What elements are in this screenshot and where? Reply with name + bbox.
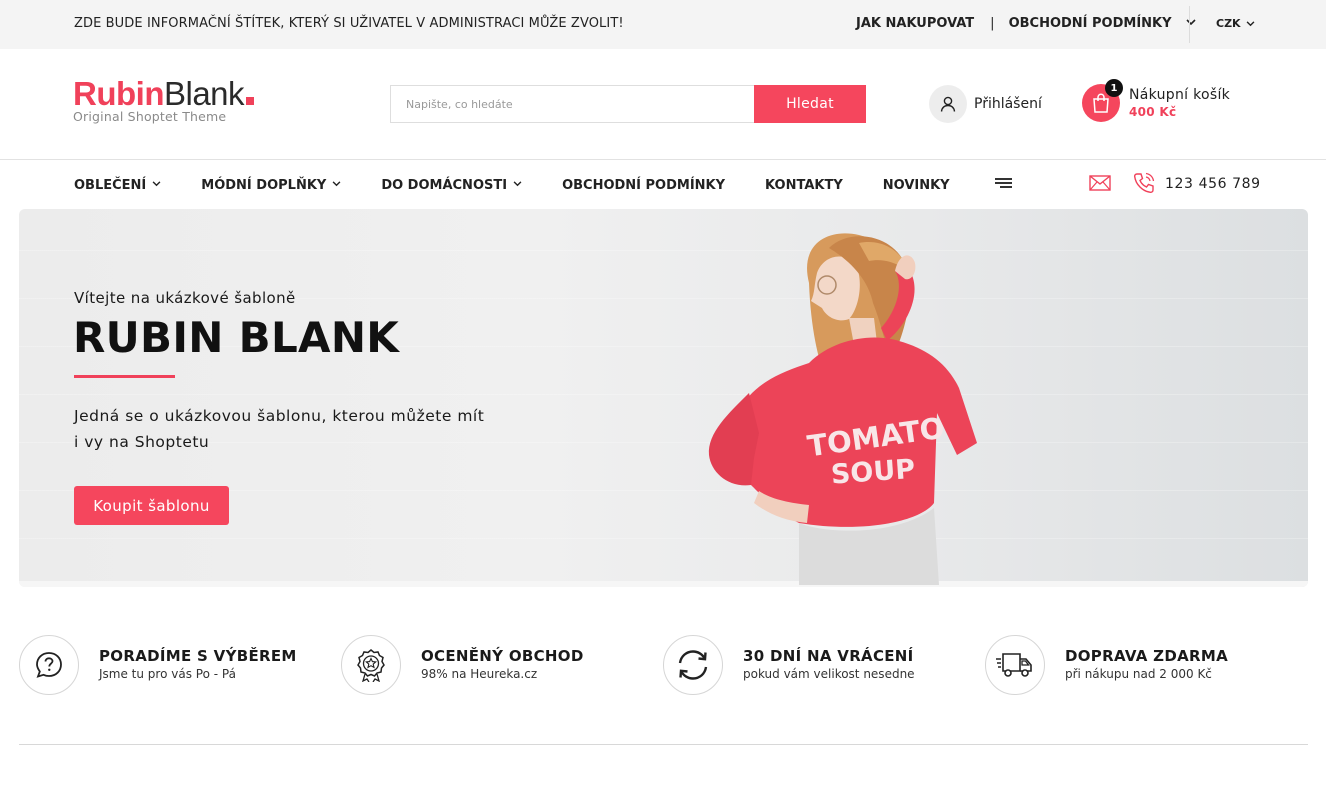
feature-title: 30 DNÍ NA VRÁCENÍ	[743, 647, 914, 665]
hero-description: Jedná se o ukázkovou šablonu, kterou můž…	[74, 407, 485, 451]
nav-item-obleceni[interactable]: OBLEČENÍ	[74, 178, 161, 193]
feature-subtitle: 98% na Heureka.cz	[421, 667, 538, 681]
nav-item-label: OBCHODNÍ PODMÍNKY	[562, 177, 726, 193]
nav-item-modni-doplnky[interactable]: MÓDNÍ DOPLŇKY	[201, 178, 341, 193]
currency-label: CZK	[1216, 17, 1241, 30]
hero-welcome: Vítejte na ukázkové šabloně	[74, 289, 296, 307]
nav-item-label: KONTAKTY	[765, 177, 843, 193]
hero-model-image: TOMATO SOUP	[708, 233, 977, 585]
feature-subtitle: pokud vám velikost nesedne	[743, 667, 915, 681]
feature-title: OCENĚNÝ OBCHOD	[421, 647, 584, 665]
header-divider	[0, 159, 1326, 160]
topbar-divider	[1189, 6, 1190, 43]
hero-banner: Vítejte na ukázkové šabloně RUBIN BLANK …	[19, 209, 1308, 587]
menu-lines-icon[interactable]	[995, 178, 1012, 190]
chevron-down-icon	[332, 180, 341, 190]
mail-icon[interactable]	[1089, 175, 1111, 195]
phone-number[interactable]: 123 456 789	[1165, 176, 1261, 192]
phone-icon[interactable]	[1133, 172, 1155, 198]
logo-dot	[246, 97, 255, 105]
feature-title: DOPRAVA ZDARMA	[1065, 647, 1228, 665]
section-divider	[19, 744, 1308, 745]
nav-item-label: OBLEČENÍ	[74, 177, 147, 193]
award-badge-icon	[341, 635, 401, 695]
nav-item-obchodni-podminky[interactable]: OBCHODNÍ PODMÍNKY	[562, 178, 725, 193]
nav-item-kontakty[interactable]: KONTAKTY	[765, 178, 843, 193]
nav-item-label: MÓDNÍ DOPLŇKY	[201, 177, 327, 193]
refresh-arrows-icon	[663, 635, 723, 695]
link-separator: |	[990, 16, 995, 31]
hero-title: RUBIN BLANK	[73, 313, 400, 362]
feature-subtitle: při nákupu nad 2 000 Kč	[1065, 667, 1212, 681]
site-logo[interactable]: RubinBlank Original Shoptet Theme	[73, 75, 255, 124]
chevron-down-icon	[513, 180, 522, 190]
search-button[interactable]: Hledat	[754, 85, 866, 123]
chevron-down-icon	[1246, 20, 1255, 30]
cart-count-badge: 1	[1105, 79, 1123, 97]
cart-price: 400 Kč	[1129, 105, 1177, 119]
nav-item-label: DO DOMÁCNOSTI	[381, 177, 508, 193]
login-label: Přihlášení	[974, 96, 1042, 112]
top-links: JAK NAKUPOVAT | OBCHODNÍ PODMÍNKY	[856, 16, 1196, 31]
search-input[interactable]	[390, 85, 754, 123]
feature-title: PORADÍME S VÝBĚREM	[99, 647, 297, 665]
nav-item-label: NOVINKY	[882, 177, 950, 193]
info-banner-text: ZDE BUDE INFORMAČNÍ ŠTÍTEK, KTERÝ SI UŽI…	[74, 16, 624, 31]
link-jak-nakupovat[interactable]: JAK NAKUPOVAT	[856, 16, 974, 31]
nav-item-novinky[interactable]: NOVINKY	[883, 178, 950, 193]
chevron-down-icon[interactable]	[1185, 18, 1196, 29]
logo-rubin: Rubin	[73, 75, 164, 112]
currency-selector[interactable]: CZK	[1216, 17, 1255, 30]
link-obchodni-podminky[interactable]: OBCHODNÍ PODMÍNKY	[1009, 16, 1172, 31]
chevron-down-icon	[152, 180, 161, 190]
shirt-text-line2: SOUP	[830, 454, 916, 491]
question-chat-icon	[19, 635, 79, 695]
main-navigation: OBLEČENÍ MÓDNÍ DOPLŇKY DO DOMÁCNOSTI OBC…	[74, 176, 950, 194]
user-icon	[929, 85, 967, 123]
search-form: Hledat	[390, 85, 866, 123]
feature-subtitle: Jsme tu pro vás Po - Pá	[99, 667, 236, 681]
hero-title-underline	[74, 375, 175, 378]
logo-blank: Blank	[163, 75, 245, 112]
cart-label: Nákupní košík	[1129, 87, 1231, 103]
buy-template-button[interactable]: Koupit šablonu	[74, 486, 229, 525]
nav-item-do-domacnosti[interactable]: DO DOMÁCNOSTI	[381, 178, 522, 193]
delivery-truck-icon	[985, 635, 1045, 695]
top-info-bar: ZDE BUDE INFORMAČNÍ ŠTÍTEK, KTERÝ SI UŽI…	[0, 0, 1326, 49]
login-link[interactable]: Přihlášení	[929, 85, 1042, 123]
